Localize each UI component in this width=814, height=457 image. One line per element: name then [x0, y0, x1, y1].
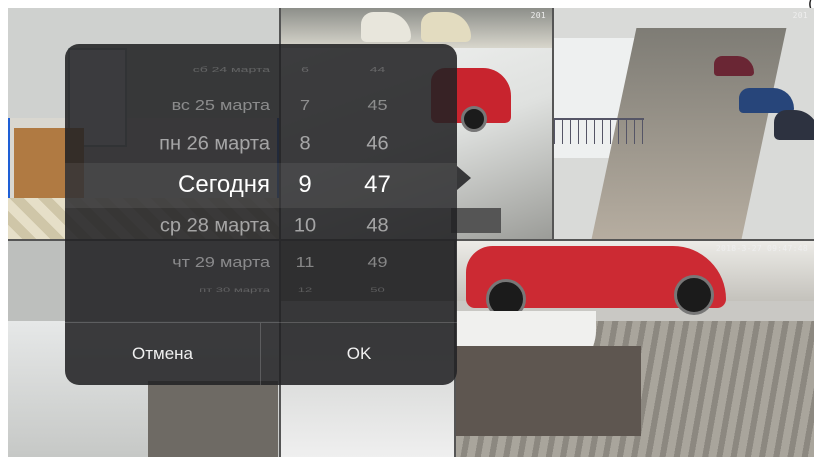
minute-option[interactable]: 48: [340, 217, 415, 236]
minute-option[interactable]: 50: [340, 286, 415, 293]
date-option[interactable]: пт 30 марта: [65, 286, 270, 293]
minute-option[interactable]: 44: [340, 65, 415, 73]
camera-tile-6[interactable]: 2018-3-27 09:47:48: [456, 241, 814, 457]
date-option[interactable]: сб 24 марта: [65, 65, 270, 73]
date-option[interactable]: чт 29 марта: [65, 255, 270, 270]
concrete-planter: [456, 346, 641, 436]
camera-tile-3[interactable]: 201: [554, 8, 814, 239]
camera-timestamp: 2018-3-27 09:47:48: [715, 244, 808, 253]
fence: [554, 118, 644, 144]
parked-cars-row: [281, 8, 552, 48]
dialog-pointer: [457, 166, 471, 190]
camera-timestamp: 201: [792, 11, 808, 20]
minute-option[interactable]: 49: [340, 255, 415, 270]
hour-option[interactable]: 8: [280, 135, 330, 154]
hour-option[interactable]: 12: [280, 286, 330, 293]
red-car-wheel: [674, 275, 714, 315]
camera-timestamp: 201: [530, 11, 546, 20]
hour-wheel[interactable]: 6 7 8 9 10 11 12: [280, 44, 330, 322]
hour-option[interactable]: 9: [280, 173, 330, 197]
minute-option[interactable]: 46: [340, 135, 415, 154]
hour-option[interactable]: 7: [280, 98, 330, 113]
date-option[interactable]: Сегодня: [65, 173, 270, 197]
cancel-button[interactable]: Отмена: [65, 323, 260, 385]
date-wheel[interactable]: сб 24 марта вс 25 марта пн 26 марта Сегодня…: [65, 44, 270, 322]
hour-option[interactable]: 11: [280, 255, 330, 270]
dark-car: [774, 110, 814, 140]
minute-option[interactable]: 47: [340, 173, 415, 197]
ok-button[interactable]: OK: [261, 323, 457, 385]
hour-option[interactable]: 10: [280, 217, 330, 236]
minute-wheel[interactable]: 44 45 46 47 48 49 50: [340, 44, 415, 322]
date-option[interactable]: ср 28 марта: [65, 217, 270, 236]
maroon-car: [714, 56, 754, 76]
pavement: [148, 381, 278, 457]
picker-wheels: сб 24 марта вс 25 марта пн 26 марта Сегодня…: [65, 44, 457, 322]
minute-option[interactable]: 45: [340, 98, 415, 113]
hour-option[interactable]: 6: [280, 65, 330, 73]
datetime-picker-dialog: сб 24 марта вс 25 марта пн 26 марта Сегодня…: [65, 44, 471, 385]
date-option[interactable]: пн 26 марта: [65, 135, 270, 154]
red-car-wheel: [461, 106, 487, 132]
date-option[interactable]: вс 25 марта: [65, 98, 270, 113]
bench: [451, 208, 501, 233]
